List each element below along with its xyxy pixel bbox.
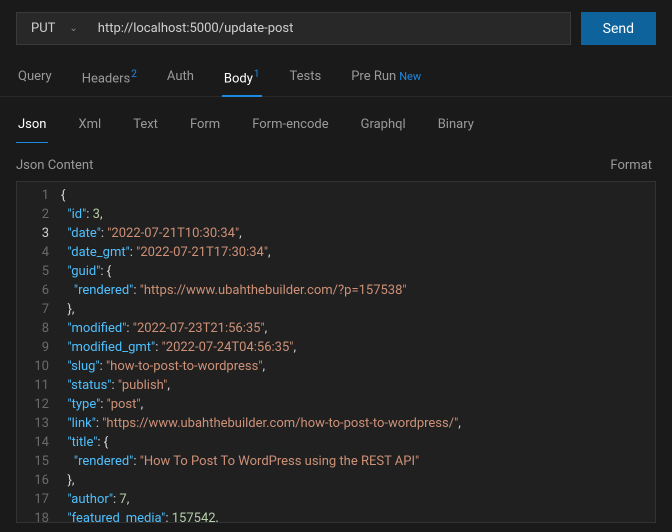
bodytype-form[interactable]: Form [188, 111, 222, 142]
tab-pre-run[interactable]: Pre RunNew [349, 61, 423, 96]
request-bar: PUT ⌄ Send [0, 0, 672, 55]
code-line[interactable]: "id": 3, [61, 205, 461, 224]
code-line[interactable]: "link": "https://www.ubahthebuilder.com/… [61, 414, 461, 433]
http-method-select[interactable]: PUT ⌄ [16, 12, 86, 45]
content-header: Json Content Format [0, 142, 672, 181]
code-line[interactable]: }, [61, 300, 461, 319]
url-input[interactable] [86, 12, 571, 45]
primary-tabs: Query Headers2 Auth Body1 Tests Pre RunNew [0, 55, 672, 97]
tab-label: Query [18, 69, 52, 84]
code-line[interactable]: "modified": "2022-07-23T21:56:35", [61, 319, 461, 338]
tab-auth[interactable]: Auth [165, 61, 196, 96]
tab-badge: 2 [131, 69, 137, 80]
format-button[interactable]: Format [610, 158, 652, 173]
line-number: 5 [25, 262, 49, 281]
tab-label: Body [224, 71, 253, 86]
code-line[interactable]: "status": "publish", [61, 376, 461, 395]
tab-label: Auth [167, 69, 194, 84]
line-number: 15 [25, 452, 49, 471]
line-number: 13 [25, 414, 49, 433]
line-number: 3 [25, 224, 49, 243]
bodytype-text[interactable]: Text [131, 111, 160, 142]
code-line[interactable]: "title": { [61, 433, 461, 452]
bodytype-xml[interactable]: Xml [76, 111, 103, 142]
line-number: 8 [25, 319, 49, 338]
content-title: Json Content [16, 158, 93, 173]
line-gutter: 123456789101112131415161718 [17, 182, 61, 522]
line-number: 4 [25, 243, 49, 262]
tab-new-badge: New [399, 70, 421, 83]
code-line[interactable]: "rendered": "How To Post To WordPress us… [61, 452, 461, 471]
code-line[interactable]: "slug": "how-to-post-to-wordpress", [61, 357, 461, 376]
tab-headers[interactable]: Headers2 [80, 61, 139, 96]
line-number: 12 [25, 395, 49, 414]
line-number: 6 [25, 281, 49, 300]
line-number: 18 [25, 509, 49, 523]
code-content[interactable]: { "id": 3, "date": "2022-07-21T10:30:34"… [61, 182, 461, 522]
tab-badge: 1 [254, 69, 260, 80]
line-number: 14 [25, 433, 49, 452]
send-button[interactable]: Send [581, 12, 656, 45]
line-number: 9 [25, 338, 49, 357]
code-line[interactable]: "featured_media": 157542, [61, 509, 461, 523]
body-type-tabs: Json Xml Text Form Form-encode Graphql Binary [0, 97, 672, 142]
line-number: 17 [25, 490, 49, 509]
code-line[interactable]: "rendered": "https://www.ubahthebuilder.… [61, 281, 461, 300]
code-line[interactable]: "type": "post", [61, 395, 461, 414]
code-line[interactable]: "date": "2022-07-21T10:30:34", [61, 224, 461, 243]
tab-tests[interactable]: Tests [288, 61, 324, 96]
http-method-value: PUT [31, 21, 55, 36]
tab-label: Pre Run [351, 69, 396, 84]
line-number: 1 [25, 186, 49, 205]
bodytype-json[interactable]: Json [16, 111, 48, 142]
code-line[interactable]: "guid": { [61, 262, 461, 281]
code-line[interactable]: { [61, 186, 461, 205]
line-number: 2 [25, 205, 49, 224]
tab-label: Headers [82, 71, 131, 86]
tab-query[interactable]: Query [16, 61, 54, 96]
line-number: 7 [25, 300, 49, 319]
code-line[interactable]: "modified_gmt": "2022-07-24T04:56:35", [61, 338, 461, 357]
bodytype-binary[interactable]: Binary [436, 111, 476, 142]
code-line[interactable]: "author": 7, [61, 490, 461, 509]
line-number: 16 [25, 471, 49, 490]
line-number: 10 [25, 357, 49, 376]
line-number: 11 [25, 376, 49, 395]
tab-label: Tests [290, 69, 322, 84]
tab-body[interactable]: Body1 [222, 61, 262, 96]
json-editor[interactable]: 123456789101112131415161718 { "id": 3, "… [16, 181, 656, 523]
bodytype-form-encode[interactable]: Form-encode [250, 111, 330, 142]
code-line[interactable]: "date_gmt": "2022-07-21T17:30:34", [61, 243, 461, 262]
chevron-down-icon: ⌄ [69, 23, 77, 34]
code-line[interactable]: }, [61, 471, 461, 490]
bodytype-graphql[interactable]: Graphql [359, 111, 408, 142]
